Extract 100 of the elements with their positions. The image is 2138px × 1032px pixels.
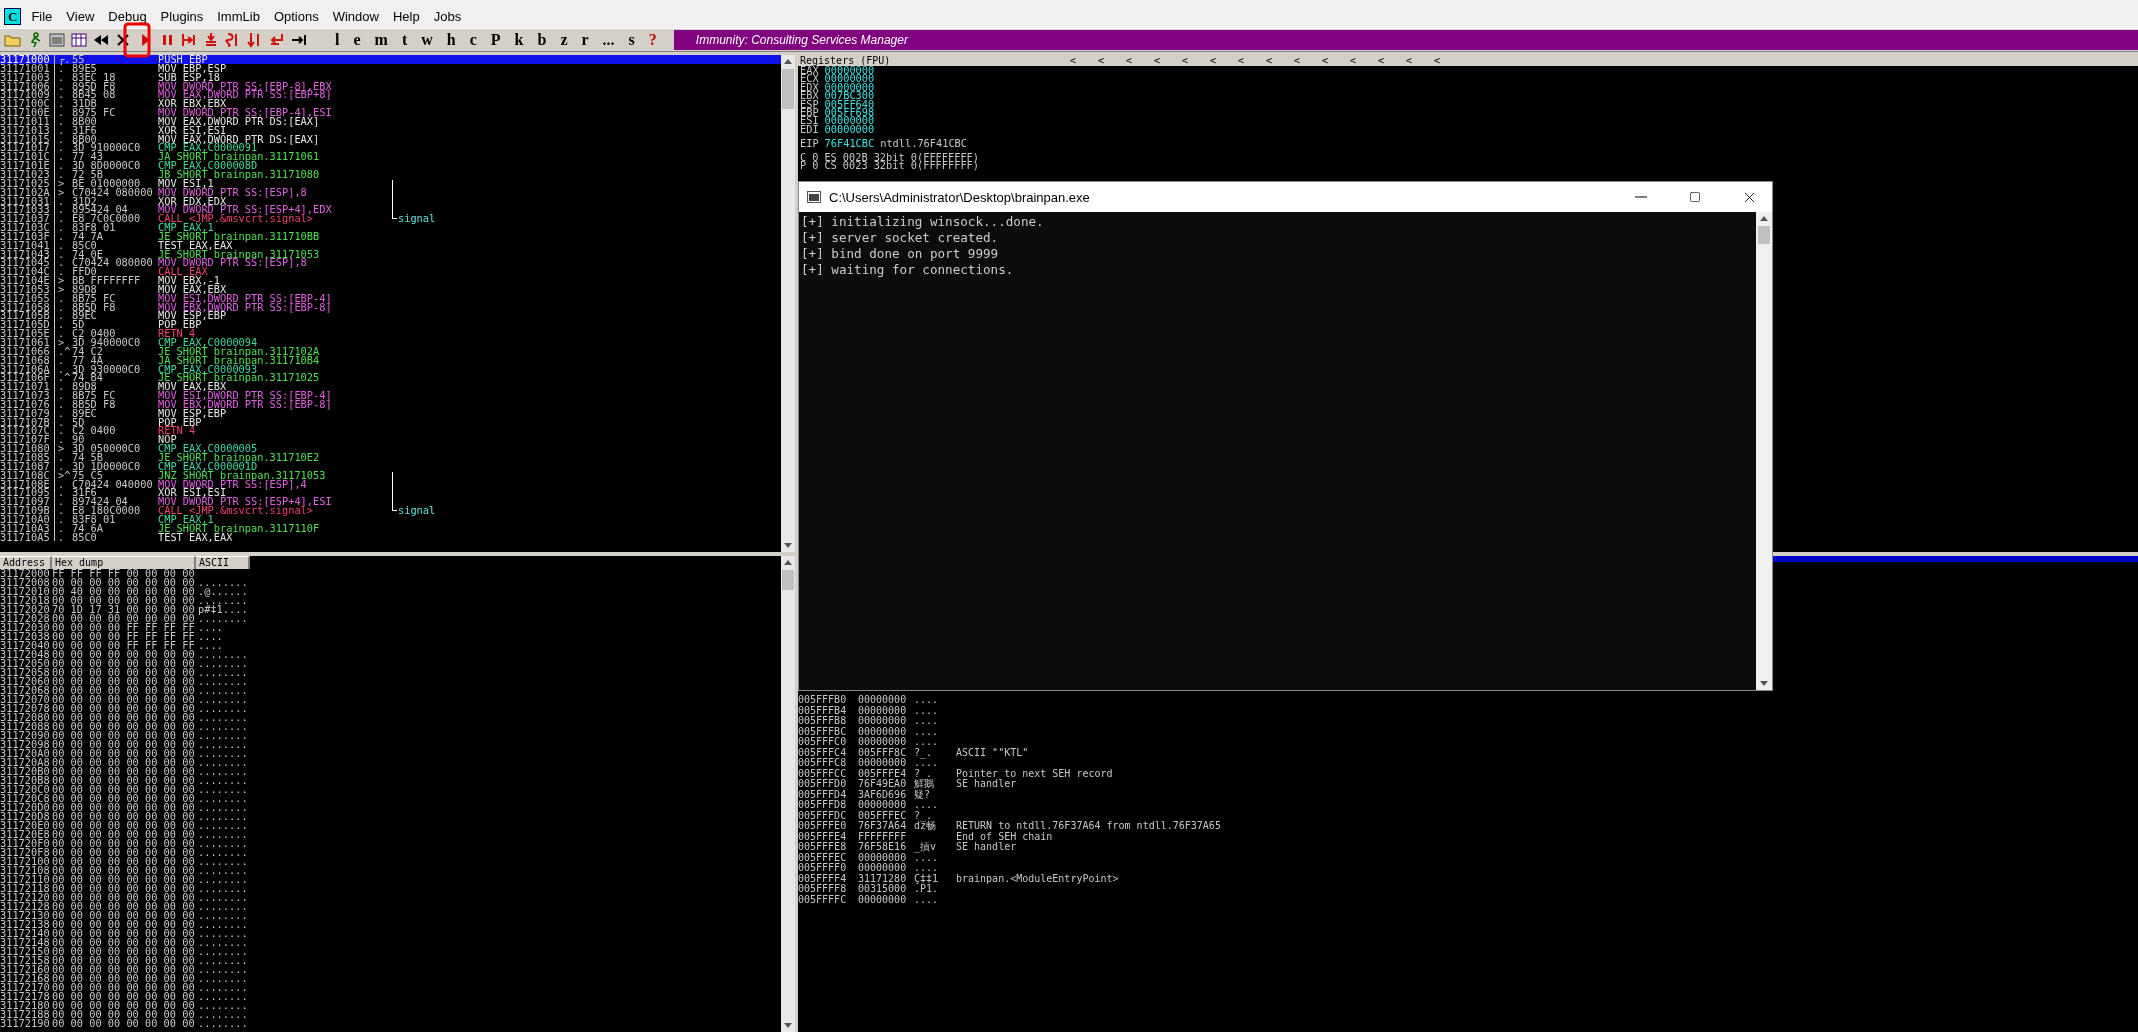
menu-item[interactable]: Window bbox=[332, 9, 379, 25]
disassembly-row[interactable]: 3117106F .^74 B4 JE SHORT brainpan.31171025 bbox=[0, 373, 781, 383]
disassembly-row[interactable]: 31171058 . 8B5D F8 MOV EBX,DWORD PTR SS:[EBP-8] bbox=[0, 302, 781, 312]
arrow-text[interactable]: < bbox=[1322, 55, 1350, 66]
scrollbar[interactable] bbox=[781, 556, 795, 1032]
disassembly-row[interactable]: 31171006 . 895D F8 MOV DWORD PTR SS:[EBP-8],EBX bbox=[0, 81, 781, 91]
toolbar-button[interactable]: b bbox=[532, 31, 552, 49]
step-into-icon[interactable] bbox=[180, 32, 198, 48]
disassembly-row[interactable]: 3117103F . 74 7A JE SHORT brainpan.311710BB bbox=[0, 231, 781, 241]
disassembly-row[interactable]: 3117105D . 5D POP EBP bbox=[0, 320, 781, 330]
scrollbar[interactable] bbox=[781, 55, 795, 552]
toolbar-button[interactable]: P bbox=[485, 31, 506, 49]
disassembly-row[interactable]: 31171080 > 3D 050000C0 CMP EAX,C0000005 bbox=[0, 444, 781, 453]
arrow-text[interactable]: < bbox=[1238, 55, 1266, 66]
arrow-text[interactable]: < bbox=[1098, 55, 1126, 66]
disassembly-row[interactable]: 311710A3 . 74 6A JE SHORT brainpan.3117110F bbox=[0, 523, 781, 533]
toolbar-button[interactable]: h bbox=[441, 31, 461, 49]
disassembly-row[interactable]: 31171043 . 74 0E JE SHORT brainpan.31171053 bbox=[0, 249, 781, 259]
toolbar-button[interactable]: ? bbox=[643, 31, 662, 49]
menu-item[interactable]: Debug bbox=[108, 9, 147, 25]
menu-item[interactable]: ImmLib bbox=[217, 9, 260, 25]
menu-item[interactable]: Options bbox=[273, 9, 319, 25]
disassembly-row[interactable]: 3117107F . 90 NOP bbox=[0, 435, 781, 445]
disassembly-row[interactable]: 31171000 ┌.55 PUSH EBP bbox=[0, 55, 781, 64]
rewind-icon[interactable] bbox=[92, 32, 110, 48]
disassembly-row[interactable]: 3117108E . C70424 040000 MOV DWORD PTR SS:[ESP],4 bbox=[0, 479, 781, 489]
disassembly-row[interactable]: 3117101E . 3D 8D0000C0 CMP EAX,C000008D bbox=[0, 161, 781, 170]
toolbar-button[interactable]: w bbox=[416, 31, 438, 49]
toolbar-button[interactable]: t bbox=[396, 31, 413, 49]
menu-item[interactable]: File bbox=[31, 9, 53, 25]
scroll-up-icon[interactable] bbox=[1760, 215, 1768, 221]
menu-item[interactable]: Jobs bbox=[433, 9, 462, 25]
disassembly-row[interactable]: 3117107C . C2 0400 RETN 4 bbox=[0, 426, 781, 436]
disassembly-row[interactable]: 31171087 . 3D 1D0000C0 CMP EAX,C000001D bbox=[0, 461, 781, 471]
toolbar-button[interactable]: l bbox=[330, 31, 345, 49]
scroll-up-icon[interactable] bbox=[784, 559, 792, 565]
toolbar-button[interactable]: z bbox=[555, 31, 573, 49]
arrow-text[interactable]: < bbox=[1294, 55, 1322, 66]
arrow-text[interactable]: < bbox=[1126, 55, 1154, 66]
disassembly-row[interactable]: 31171015 . 8B00 MOV EAX,DWORD PTR DS:[EAX] bbox=[0, 134, 781, 144]
disassembly-row[interactable]: 3117100E . 8975 FC MOV DWORD PTR SS:[EBP-4],ESI bbox=[0, 108, 781, 117]
disassembly-row[interactable]: 31171055 . 8B75 FC MOV ESI,DWORD PTR SS:[EBP-4] bbox=[0, 293, 781, 303]
toolbar-button[interactable]: m bbox=[369, 31, 393, 49]
grid-window-icon[interactable] bbox=[70, 32, 88, 48]
disassembly-row[interactable]: 31171085 . 74 5B JE SHORT brainpan.311710E2 bbox=[0, 452, 781, 462]
column-header[interactable]: ASCII bbox=[196, 556, 250, 569]
arrow-text[interactable]: < bbox=[1434, 55, 1462, 66]
disassembly-row[interactable]: 31171097 . 897424 04 MOV DWORD PTR SS:[ESP+4],ESI bbox=[0, 497, 781, 507]
arrow-text[interactable]: < bbox=[1210, 55, 1238, 66]
toolbar-button[interactable]: k bbox=[509, 31, 529, 49]
disassembly-row[interactable]: 31171076 . 8B5D F8 MOV EBX,DWORD PTR SS:[EBP-8] bbox=[0, 399, 781, 409]
disassembly-row[interactable]: 31171073 . 8B75 FC MOV ESI,DWORD PTR SS:[EBP-4] bbox=[0, 391, 781, 400]
arrow-text[interactable]: < bbox=[1266, 55, 1294, 66]
disassembly-row[interactable]: 3117105E . C2 0400 RETN 4 bbox=[0, 329, 781, 338]
disassembly-row[interactable]: 31171045 . C70424 080000 MOV DWORD PTR SS:[ESP],8 bbox=[0, 258, 781, 268]
toolbar-button[interactable]: e bbox=[348, 31, 366, 49]
disassembly-row[interactable]: 31171053 > 89D8 MOV EAX,EBX bbox=[0, 284, 781, 294]
arrow-text[interactable]: < bbox=[1154, 55, 1182, 66]
arrow-text[interactable]: < bbox=[1070, 55, 1098, 66]
arrow-text[interactable]: < bbox=[1350, 55, 1378, 66]
toolbar-button[interactable]: r bbox=[576, 31, 594, 49]
disassembly-row[interactable]: 3117107B . 5D POP EBP bbox=[0, 417, 781, 427]
scroll-up-icon[interactable] bbox=[784, 58, 792, 64]
disassembly-row[interactable]: 3117102A > C70424 080000 MOV DWORD PTR SS:[ESP],8 bbox=[0, 187, 781, 197]
scroll-thumb[interactable] bbox=[1758, 226, 1770, 244]
menu-item[interactable]: Help bbox=[392, 9, 420, 25]
disassembly-row[interactable]: 31171061 > 3D 940000C0 CMP EAX,C0000094 bbox=[0, 338, 781, 347]
disassembly-row[interactable]: 31171001 . 89E5 MOV EBP,ESP bbox=[0, 63, 781, 73]
disassembly-row[interactable]: 31171066 .^74 C2 JE SHORT brainpan.3117102A bbox=[0, 346, 781, 356]
scroll-down-icon[interactable] bbox=[784, 543, 792, 549]
arrow-text[interactable]: < bbox=[1378, 55, 1406, 66]
disassembly-row[interactable]: 3117101C . 77 43 JA SHORT brainpan.31171061 bbox=[0, 152, 781, 162]
toolbar-button[interactable]: ... bbox=[597, 31, 620, 49]
toolbar-button[interactable]: s bbox=[623, 31, 640, 49]
disassembly-row[interactable]: 31171023 . 72 5B JB SHORT brainpan.31171080 bbox=[0, 169, 781, 179]
disassembly-row[interactable]: 3117103C . 83F8 01 CMP EAX,1 bbox=[0, 223, 781, 232]
disassembly-row[interactable]: 3117104E > BB FFFFFFFF MOV EBX,-1 bbox=[0, 276, 781, 285]
disassembly-row[interactable]: 3117106A . 3D 930000C0 CMP EAX,C0000093 bbox=[0, 364, 781, 374]
scroll-down-icon[interactable] bbox=[1760, 681, 1768, 687]
menu-item[interactable]: View bbox=[66, 9, 95, 25]
arrow-text[interactable]: < bbox=[1406, 55, 1434, 66]
disassembly-row[interactable]: 3117104C . FFD0 CALL EAX bbox=[0, 267, 781, 277]
disassembly-row[interactable]: 3117108C >^75 C5 JNZ SHORT brainpan.31171053 bbox=[0, 470, 781, 480]
goto-icon[interactable] bbox=[290, 32, 308, 48]
disassembly-row[interactable]: 31171033 . 895424 04 MOV DWORD PTR SS:[ESP+4],EDX bbox=[0, 205, 781, 215]
disassembly-row[interactable]: 31171071 . 89D8 MOV EAX,EBX bbox=[0, 382, 781, 392]
return-icon[interactable] bbox=[268, 32, 286, 48]
disassembly-row[interactable]: 31171068 . 77 4A JA SHORT brainpan.311710B4 bbox=[0, 355, 781, 365]
scroll-down-icon[interactable] bbox=[784, 1023, 792, 1029]
arrow-text[interactable]: < bbox=[1182, 55, 1210, 66]
close-icon[interactable] bbox=[114, 32, 132, 48]
disassembly-row[interactable]: 3117100C . 31DB XOR EBX,EBX bbox=[0, 99, 781, 109]
toolbar-button[interactable]: c bbox=[464, 31, 482, 49]
disassembly-row[interactable]: 31171003 . 83EC 18 SUB ESP,18 bbox=[0, 72, 781, 82]
folder-icon[interactable] bbox=[4, 32, 22, 48]
scroll-thumb[interactable] bbox=[782, 69, 794, 109]
column-header[interactable]: Address bbox=[0, 556, 52, 569]
scroll-thumb[interactable] bbox=[782, 570, 794, 590]
menu-item[interactable]: Plugins bbox=[160, 9, 204, 25]
scrollbar[interactable] bbox=[1756, 212, 1772, 690]
